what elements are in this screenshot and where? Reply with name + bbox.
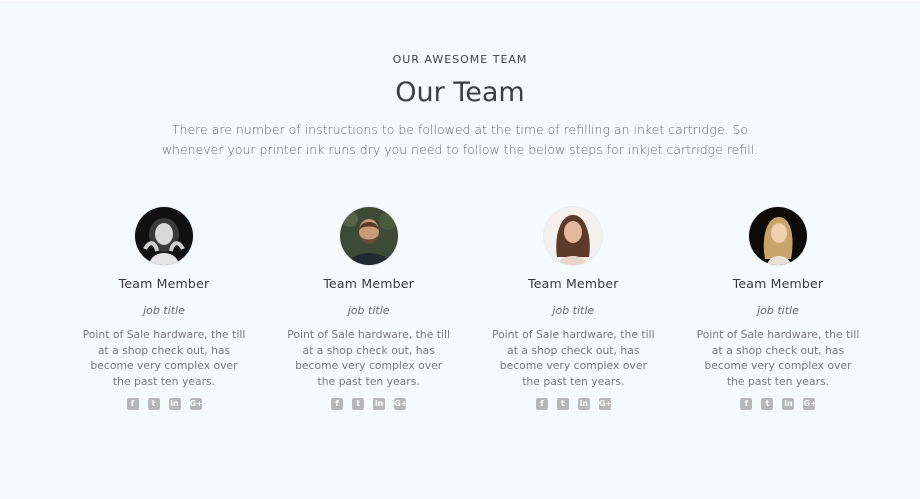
team-member-card: Team Member job title Point of Sale hard… — [283, 207, 455, 410]
social-links: f t in G+ — [740, 398, 817, 410]
bearded-man-portrait-icon — [339, 207, 398, 265]
linkedin-icon[interactable]: in — [373, 398, 386, 410]
member-name: Team Member — [323, 276, 414, 291]
linkedin-icon[interactable]: in — [577, 398, 590, 410]
member-job-title: job title — [347, 304, 390, 317]
member-description: Point of Sale hardware, the till at a sh… — [491, 328, 655, 388]
google-plus-icon[interactable]: G+ — [803, 398, 817, 410]
team-member-card: Team Member job title Point of Sale hard… — [487, 207, 659, 410]
team-member-card: Team Member job title Point of Sale hard… — [692, 207, 864, 410]
member-name: Team Member — [527, 276, 619, 291]
section-title: Our Team — [395, 77, 525, 108]
facebook-icon[interactable]: f — [740, 398, 753, 410]
member-job-title: job title — [552, 304, 595, 317]
member-name: Team Member — [732, 276, 824, 291]
blonde-woman-portrait-icon — [748, 207, 807, 265]
member-description: Point of Sale hardware, the till at a sh… — [82, 328, 246, 388]
member-job-title: job title — [143, 304, 185, 317]
team-grid: Team Member job title Point of Sale hard… — [78, 207, 864, 410]
team-member-card: Team Member job title Point of Sale hard… — [78, 207, 250, 410]
twitter-icon[interactable]: t — [556, 398, 569, 410]
social-links: f t in G+ — [331, 398, 407, 410]
linkedin-icon[interactable]: in — [782, 398, 795, 410]
google-plus-icon[interactable]: G+ — [394, 398, 407, 410]
google-plus-icon[interactable]: G+ — [189, 398, 203, 410]
facebook-icon[interactable]: f — [126, 398, 139, 410]
social-links: f t in G+ — [535, 398, 612, 410]
member-job-title: job title — [757, 304, 799, 317]
brunette-woman-portrait-icon — [544, 207, 603, 265]
team-section: OUR AWESOME TEAM Our Team There are numb… — [0, 0, 920, 499]
twitter-icon[interactable]: t — [147, 398, 160, 410]
member-description: Point of Sale hardware, the till at a sh… — [287, 328, 451, 388]
facebook-icon[interactable]: f — [331, 398, 344, 410]
linkedin-icon[interactable]: in — [168, 398, 181, 410]
facebook-icon[interactable]: f — [535, 398, 548, 410]
google-plus-icon[interactable]: G+ — [598, 398, 612, 410]
section-intro: There are number of instructions to be f… — [161, 122, 759, 157]
twitter-icon[interactable]: t — [352, 398, 365, 410]
social-links: f t in G+ — [126, 398, 203, 410]
section-kicker: OUR AWESOME TEAM — [392, 53, 528, 66]
twitter-icon[interactable]: t — [761, 398, 774, 410]
member-name: Team Member — [118, 276, 210, 291]
woman-bw-portrait-icon — [135, 207, 193, 265]
member-description: Point of Sale hardware, the till at a sh… — [696, 328, 860, 388]
